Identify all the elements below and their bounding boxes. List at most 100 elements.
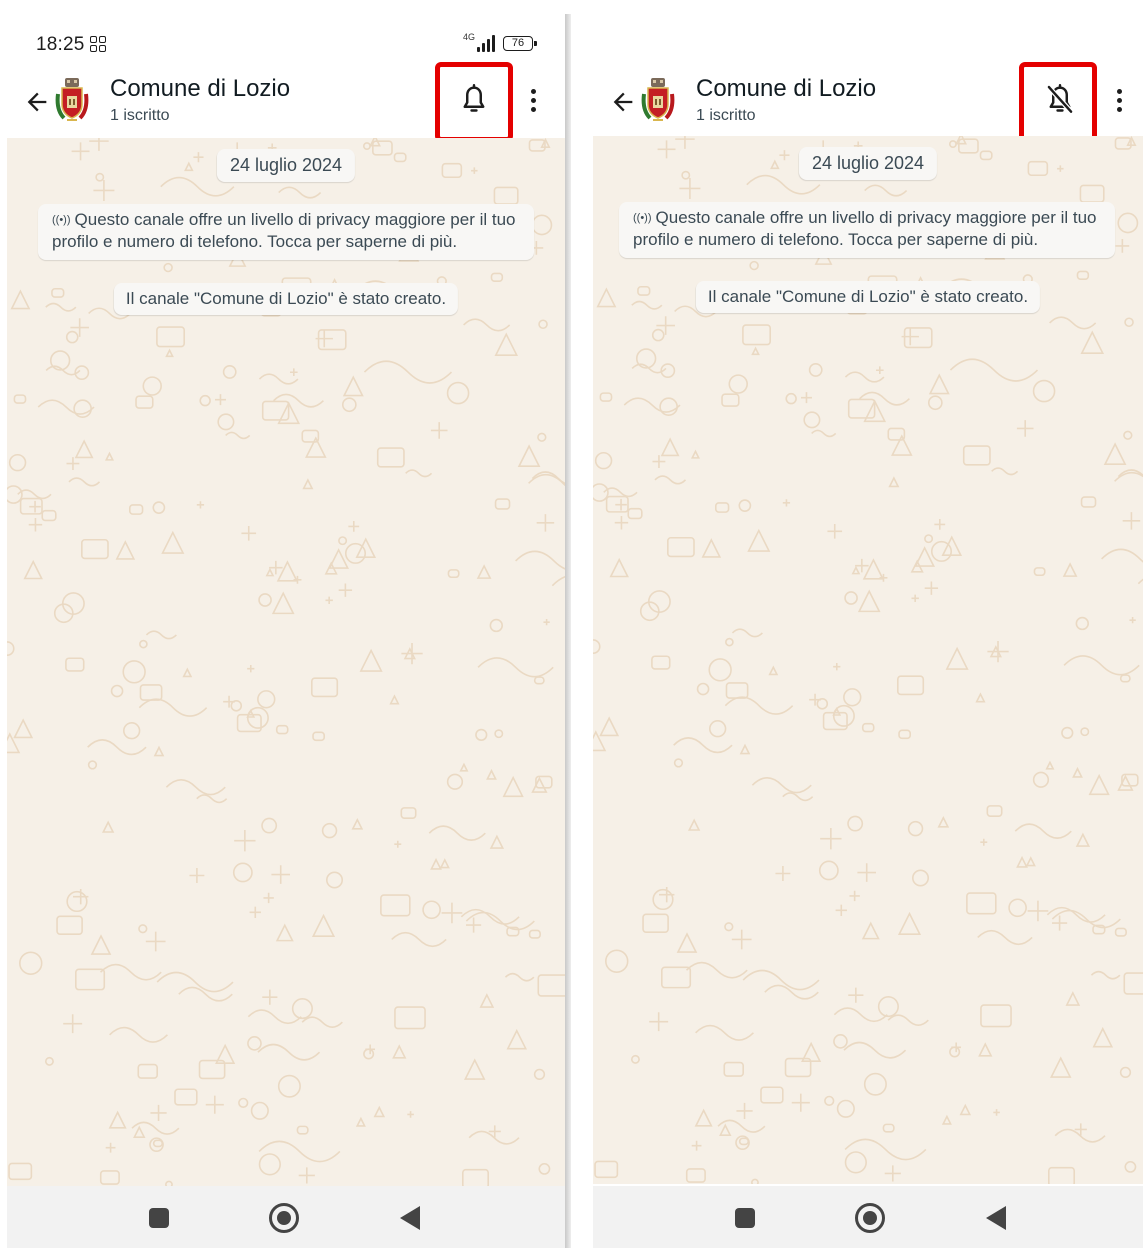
channel-avatar[interactable] [640, 76, 676, 124]
doodle-shape [685, 1168, 706, 1183]
broadcast-icon: ((•)) [52, 214, 71, 226]
doodle-shape [696, 682, 710, 696]
doodle-shape [152, 501, 166, 514]
doodle-shape [1088, 773, 1110, 796]
doodle-shape [196, 794, 228, 804]
doodle-shape [725, 682, 749, 699]
doodle-shape [23, 559, 43, 580]
doodle-shape [537, 974, 565, 997]
doodle-shape [45, 302, 77, 312]
doodle-shape [533, 1068, 546, 1080]
doodle-shape [150, 1104, 167, 1122]
doodle-shape [991, 467, 1019, 476]
doodle-shape [649, 1012, 669, 1032]
doodle-shape [342, 375, 364, 397]
divider [565, 14, 571, 1248]
doodle-shape [637, 285, 651, 296]
doodle-shape [8, 1162, 33, 1181]
back-nav-button[interactable] [986, 1206, 1006, 1230]
notification-bell-button[interactable] [453, 78, 495, 122]
doodle-shape [441, 162, 463, 179]
doodle-shape [543, 618, 550, 626]
doodle-shape [325, 596, 333, 605]
navigation-bar [7, 1186, 565, 1248]
doodle-shape [1025, 856, 1036, 867]
navigation-bar [593, 1186, 1143, 1248]
doodle-shape [223, 695, 235, 708]
doodle-shape [257, 690, 276, 709]
doodle-shape [153, 745, 165, 757]
doodle-shape [392, 1044, 407, 1059]
doodle-shape [980, 838, 988, 846]
doodle-shape [800, 392, 812, 404]
doodle-shape [731, 929, 752, 950]
doodle-shape [68, 477, 101, 487]
doodle-shape [742, 969, 820, 991]
doodle-shape [528, 929, 541, 939]
doodle-shape [486, 768, 497, 780]
recents-button[interactable] [149, 1208, 169, 1228]
channel-title-block[interactable]: Comune di Lozio 1 iscritto [696, 74, 876, 126]
privacy-notice[interactable]: ((•)) Questo canale offre un livello di p… [619, 202, 1115, 258]
doodle-shape [861, 722, 875, 733]
privacy-notice[interactable]: ((•)) Questo canale offre un livello di p… [38, 204, 534, 260]
doodle-shape [724, 696, 794, 715]
doodle-shape [948, 140, 957, 149]
doodle-shape [152, 1139, 164, 1148]
doodle-shape [1057, 165, 1064, 172]
doodle-shape [882, 1123, 895, 1133]
doodle-shape [250, 1101, 269, 1120]
doodle-shape [599, 392, 613, 402]
doodle-shape [844, 591, 858, 605]
home-button[interactable] [855, 1203, 885, 1233]
home-button[interactable] [269, 1203, 299, 1233]
doodle-shape [531, 214, 553, 236]
doodle-shape [1123, 972, 1143, 995]
doodle-shape [489, 834, 505, 849]
notification-bell-muted-button[interactable] [1039, 78, 1081, 122]
doodle-shape [623, 397, 681, 413]
channel-avatar[interactable] [54, 76, 90, 124]
doodle-shape [538, 319, 548, 330]
doodle-shape [298, 1167, 315, 1184]
doodle-shape [685, 961, 748, 979]
doodle-shape [517, 444, 541, 468]
doodle-shape [738, 1137, 750, 1146]
doodle-shape [422, 900, 441, 920]
more-options-button[interactable] [521, 82, 545, 118]
chat-area[interactable]: 24 luglio 2024 ((•)) Questo canale offre … [593, 136, 1143, 1184]
doodle-shape [723, 1061, 745, 1077]
doodle-shape [338, 536, 348, 546]
back-nav-button[interactable] [400, 1206, 420, 1230]
doodle-shape [1080, 727, 1090, 737]
chat-area[interactable]: 24 luglio 2024 ((•)) Questo canale offre … [7, 138, 565, 1186]
doodle-shape [28, 517, 43, 532]
doodle-shape [1016, 855, 1028, 868]
menu-dot [1116, 97, 1122, 103]
doodle-shape [430, 422, 448, 439]
doodle-shape [271, 591, 295, 615]
doodle-shape [407, 1111, 414, 1118]
channel-title-block[interactable]: Comune di Lozio 1 iscritto [110, 74, 290, 126]
back-button[interactable] [603, 82, 643, 122]
doodle-shape [538, 1162, 551, 1175]
doodle-shape [835, 904, 847, 917]
privacy-notice-text: Questo canale offre un livello di privac… [52, 210, 516, 251]
doodle-shape [782, 499, 791, 507]
doodle-shape [1079, 184, 1105, 203]
doodle-shape [719, 1123, 732, 1136]
more-options-button[interactable] [1107, 82, 1131, 118]
doodle-shape [1119, 674, 1131, 683]
doodle-shape [275, 923, 294, 942]
doodle-shape [751, 346, 760, 356]
back-button[interactable] [17, 82, 57, 122]
doodle-shape [863, 1072, 887, 1096]
doodle-shape [630, 1054, 640, 1064]
doodle-shape [1008, 898, 1027, 918]
doodle-shape [849, 890, 860, 902]
recents-button[interactable] [735, 1208, 755, 1228]
doodle-shape [993, 1109, 1000, 1116]
doodle-shape [687, 818, 701, 831]
doodle-shape [145, 931, 166, 952]
doodle-shape [725, 637, 734, 647]
